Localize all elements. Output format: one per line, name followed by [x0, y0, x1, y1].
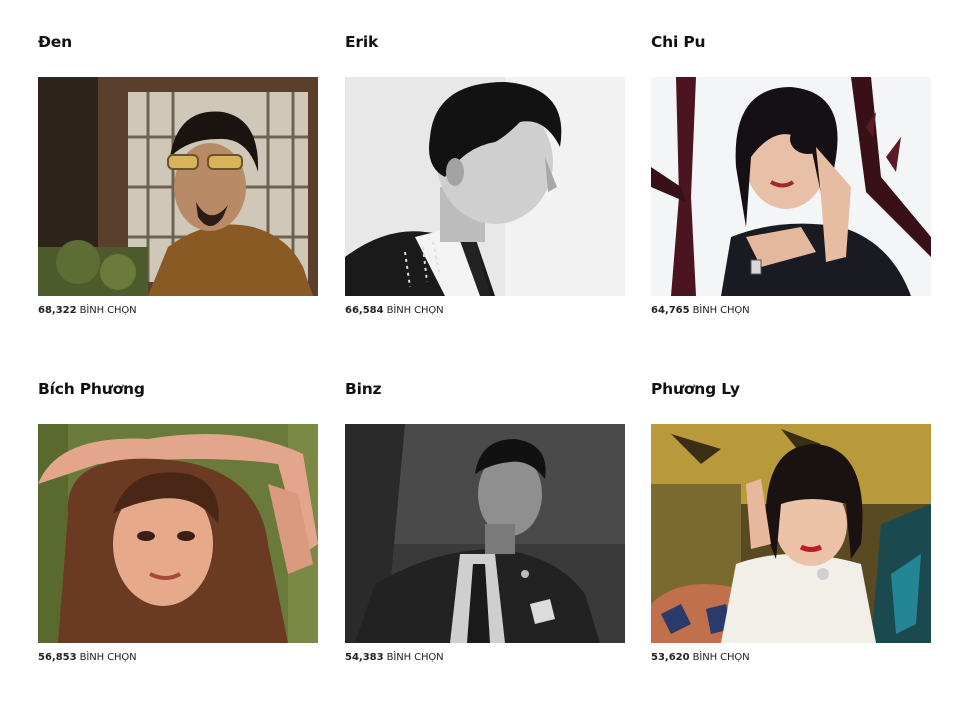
nominee-card[interactable]: Binz 54,383 BÌNH CHỌN: [345, 347, 625, 677]
vote-count: 54,383 BÌNH CHỌN: [345, 652, 444, 663]
vote-unit: BÌNH CHỌN: [386, 652, 444, 663]
vote-number: 66,584: [345, 305, 384, 316]
nominee-photo[interactable]: [345, 424, 625, 643]
nominee-name[interactable]: Binz: [345, 380, 382, 398]
profile-portrait-photo: [345, 77, 625, 296]
nominee-photo[interactable]: [38, 424, 318, 643]
vote-count: 68,322 BÌNH CHỌN: [38, 305, 137, 316]
nominee-name[interactable]: Bích Phương: [38, 380, 145, 398]
nominee-name[interactable]: Chi Pu: [651, 33, 706, 51]
nominee-card[interactable]: Erik 66,584 BÌNH CHỌN: [345, 0, 625, 330]
nominee-card[interactable]: Đen 68,322 BÌNH CHỌN: [38, 0, 318, 330]
nominee-photo[interactable]: [38, 77, 318, 296]
vote-number: 56,853: [38, 652, 77, 663]
nominee-card[interactable]: Chi Pu 64,765 BÌNH CHỌN: [651, 0, 931, 330]
warm-portrait-photo: [38, 424, 318, 643]
suit-portrait-photo: [345, 424, 625, 643]
vote-unit: BÌNH CHỌN: [79, 305, 137, 316]
vote-unit: BÌNH CHỌN: [79, 652, 137, 663]
nominee-card[interactable]: Phương Ly 53,620 BÌNH CHỌN: [651, 347, 931, 677]
nominee-name[interactable]: Đen: [38, 33, 72, 51]
vote-unit: BÌNH CHỌN: [386, 305, 444, 316]
vote-count: 64,765 BÌNH CHỌN: [651, 305, 750, 316]
vote-number: 64,765: [651, 305, 690, 316]
vote-number: 68,322: [38, 305, 77, 316]
vote-number: 54,383: [345, 652, 384, 663]
nominee-photo[interactable]: [651, 424, 931, 643]
nominee-photo[interactable]: [345, 77, 625, 296]
vote-count: 56,853 BÌNH CHỌN: [38, 652, 137, 663]
vote-unit: BÌNH CHỌN: [692, 305, 750, 316]
vote-number: 53,620: [651, 652, 690, 663]
vote-count: 66,584 BÌNH CHỌN: [345, 305, 444, 316]
night-portrait-photo: [651, 424, 931, 643]
vote-unit: BÌNH CHỌN: [692, 652, 750, 663]
nominee-name[interactable]: Phương Ly: [651, 380, 740, 398]
nominee-card[interactable]: Bích Phương 56,853 BÌNH CHỌN: [38, 347, 318, 677]
fashion-portrait-photo: [651, 77, 931, 296]
vote-count: 53,620 BÌNH CHỌN: [651, 652, 750, 663]
nominee-name[interactable]: Erik: [345, 33, 378, 51]
nominee-photo[interactable]: [651, 77, 931, 296]
man-with-glasses-photo: [38, 77, 318, 296]
